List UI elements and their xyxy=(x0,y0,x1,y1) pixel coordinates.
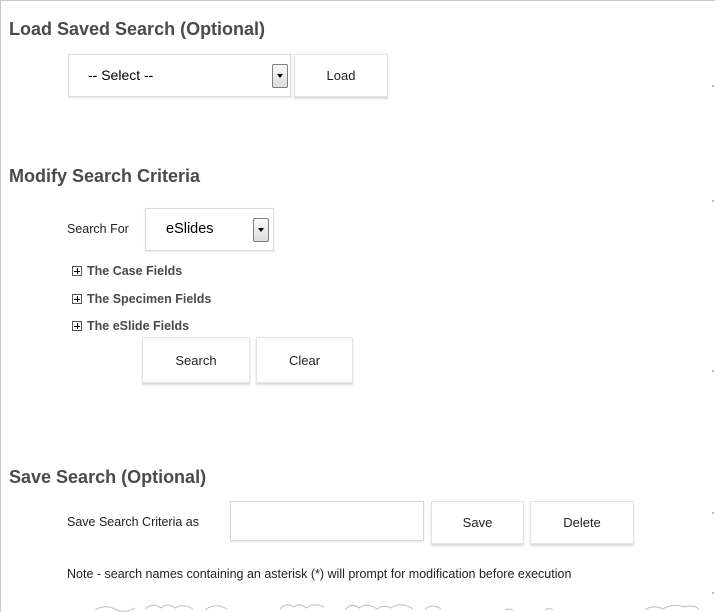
search-button[interactable]: Search xyxy=(142,337,250,383)
frame-left-border xyxy=(0,0,1,612)
save-search-name-input[interactable] xyxy=(230,501,424,541)
expand-plus-icon[interactable] xyxy=(72,321,82,331)
tree-item-eslide-fields[interactable]: The eSlide Fields xyxy=(72,319,189,333)
search-for-select-value: eSlides xyxy=(166,221,214,237)
save-search-criteria-label: Save Search Criteria as xyxy=(67,515,200,529)
search-for-select[interactable]: eSlides xyxy=(145,208,274,251)
chevron-down-icon[interactable] xyxy=(272,64,288,88)
decorative-scribble xyxy=(95,604,700,612)
saved-search-select-value: -- Select -- xyxy=(88,67,154,83)
tree-item-label: The Specimen Fields xyxy=(87,292,212,306)
tree-item-label: The eSlide Fields xyxy=(87,319,190,333)
edge-mark xyxy=(712,85,714,87)
edge-mark xyxy=(712,370,714,372)
edge-mark xyxy=(712,512,714,514)
expand-plus-icon[interactable] xyxy=(72,266,82,276)
edge-mark xyxy=(712,200,714,202)
tree-item-case-fields[interactable]: The Case Fields xyxy=(72,264,182,278)
edge-mark xyxy=(712,592,714,594)
asterisk-note: Note - search names containing an asteri… xyxy=(67,567,572,581)
save-search-heading: Save Search (Optional) xyxy=(9,467,207,487)
search-for-label: Search For xyxy=(67,222,129,236)
saved-search-select[interactable]: -- Select -- xyxy=(68,54,291,97)
modify-search-criteria-heading: Modify Search Criteria xyxy=(9,166,201,186)
save-button[interactable]: Save xyxy=(431,501,524,544)
tree-item-label: The Case Fields xyxy=(87,264,183,278)
tree-item-specimen-fields[interactable]: The Specimen Fields xyxy=(72,292,211,306)
frame-top-border xyxy=(0,0,715,1)
load-saved-search-heading: Load Saved Search (Optional) xyxy=(9,19,266,39)
clear-button[interactable]: Clear xyxy=(256,337,353,383)
delete-button[interactable]: Delete xyxy=(530,501,634,544)
load-button[interactable]: Load xyxy=(294,54,388,97)
chevron-down-icon[interactable] xyxy=(253,218,269,242)
expand-plus-icon[interactable] xyxy=(72,294,82,304)
